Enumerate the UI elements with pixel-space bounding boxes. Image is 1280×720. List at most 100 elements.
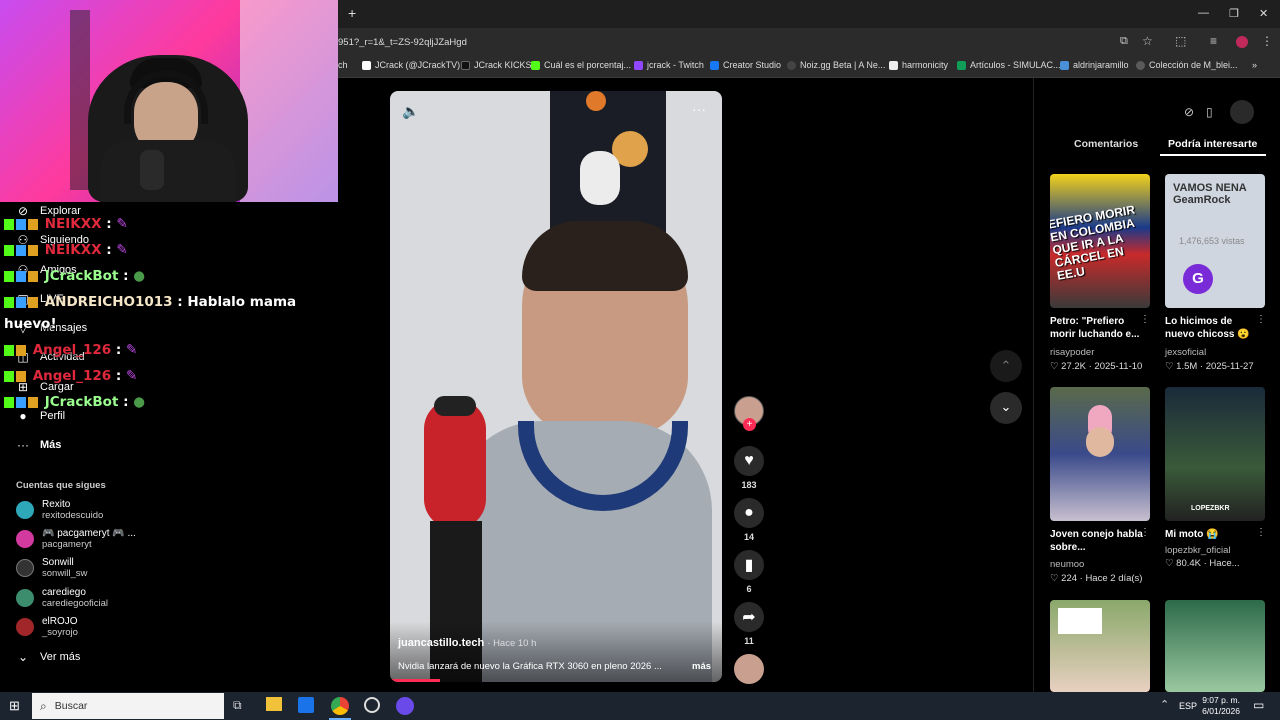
caption-more-link[interactable]: más bbox=[692, 661, 711, 672]
close-window-button[interactable]: ✕ bbox=[1259, 7, 1268, 20]
task-view-icon[interactable]: ⧉ bbox=[233, 698, 242, 713]
minimize-button[interactable]: — bbox=[1198, 7, 1209, 19]
more-icon: ··· bbox=[17, 438, 29, 452]
cast-icon[interactable]: ⧉ bbox=[1120, 35, 1128, 48]
chat-message: Angel_126 : ✎ bbox=[4, 342, 137, 358]
next-video-button[interactable]: ⌄ bbox=[990, 392, 1022, 424]
video-author[interactable]: risaypoder bbox=[1050, 347, 1094, 358]
notifications-icon[interactable]: ▭ bbox=[1253, 698, 1264, 712]
video-title[interactable]: Joven conejo habla sobre... bbox=[1050, 528, 1146, 554]
browser-menu-icon[interactable]: ⋮ bbox=[1261, 34, 1273, 48]
phone-icon[interactable]: ▯ bbox=[1206, 105, 1213, 119]
previous-video-button[interactable]: ⌃ bbox=[990, 350, 1022, 382]
following-account[interactable]: elROJO _soyrojo bbox=[16, 616, 78, 638]
sub-badge-icon bbox=[16, 218, 26, 230]
outlook-icon[interactable] bbox=[298, 697, 314, 713]
bookmark-star-icon[interactable]: ☆ bbox=[1142, 34, 1153, 48]
sound-avatar[interactable] bbox=[734, 654, 764, 684]
restore-button[interactable]: ❐ bbox=[1229, 7, 1239, 20]
follow-plus-icon[interactable]: + bbox=[743, 418, 756, 431]
tray-chevron-icon[interactable]: ⌃ bbox=[1160, 698, 1169, 711]
chat-message: ANDREICHO1013 : Hablalo mama bbox=[4, 294, 296, 310]
bookmarks-overflow-icon[interactable]: » bbox=[1252, 60, 1257, 70]
discord-icon[interactable] bbox=[396, 697, 414, 715]
video-author[interactable]: neumoo bbox=[1050, 559, 1084, 570]
bookmark-item[interactable]: Artículos - SIMULAC... bbox=[957, 60, 1061, 70]
bookmark-item[interactable]: JCrack KICKS bbox=[461, 60, 532, 70]
new-tab-button[interactable]: + bbox=[348, 5, 356, 21]
chat-message: JCrackBot : ● bbox=[4, 268, 145, 284]
more-options-icon[interactable]: ··· bbox=[692, 101, 706, 117]
more-options-icon[interactable]: ⋮ bbox=[1256, 527, 1266, 538]
video-title[interactable]: Mi moto 😭 bbox=[1165, 528, 1261, 541]
video-thumbnail[interactable]: VAMOS NENA GeamRock 1,476,653 vistas G bbox=[1165, 174, 1265, 308]
progress-fill[interactable] bbox=[390, 679, 440, 682]
video-thumbnail[interactable] bbox=[1050, 600, 1150, 692]
bookmark-favicon bbox=[1136, 60, 1145, 70]
bookmark-item[interactable]: Noiz.gg Beta | A Ne... bbox=[787, 60, 885, 70]
share-icon: ➦ bbox=[734, 602, 764, 632]
video-thumbnail[interactable]: EFIERO MORIR EN COLOMBIA QUE IR A LA CÁR… bbox=[1050, 174, 1150, 308]
chat-message-continued: huevo! bbox=[4, 316, 57, 332]
video-thumbnail[interactable] bbox=[1050, 387, 1150, 521]
see-more-link[interactable]: ⌄ Ver más bbox=[16, 650, 80, 664]
tab-podria-interesarte[interactable]: Podría interesarte bbox=[1168, 138, 1257, 150]
more-options-icon[interactable]: ⋮ bbox=[1256, 314, 1266, 325]
url-text[interactable]: 951?_r=1&_t=ZS-92qljJZaHgd bbox=[338, 37, 467, 48]
gift-badge-icon bbox=[28, 270, 38, 282]
tab-comentarios[interactable]: Comentarios bbox=[1074, 138, 1138, 150]
video-author[interactable]: juancastillo.tech · Hace 10 h bbox=[398, 637, 536, 649]
comment-button[interactable]: ● 14 bbox=[734, 498, 764, 542]
share-button[interactable]: ➦ 11 bbox=[734, 602, 764, 646]
media-icon[interactable]: ≡ bbox=[1210, 34, 1217, 48]
more-options-icon[interactable]: ⋮ bbox=[1140, 314, 1150, 325]
bookmark-favicon bbox=[362, 60, 371, 70]
video-player[interactable]: 🔈 ··· juancastillo.tech · Hace 10 h Nvid… bbox=[390, 91, 722, 682]
profile-icon: ● bbox=[19, 409, 27, 423]
clock[interactable]: 9:07 p. m. 6/01/2026 bbox=[1198, 695, 1240, 717]
video-title[interactable]: Lo hicimos de nuevo chicoss 😮 bbox=[1165, 315, 1261, 341]
microphone-shape bbox=[424, 399, 486, 529]
obs-icon[interactable] bbox=[364, 697, 380, 713]
extensions-icon[interactable]: ⬚ bbox=[1175, 34, 1186, 48]
streamer-shirt bbox=[100, 140, 236, 202]
mute-icon[interactable]: 🔈 bbox=[402, 103, 419, 120]
bookmark-item[interactable]: JCrack (@JCrackTV)... bbox=[362, 60, 468, 70]
like-button[interactable]: ♥ 183 bbox=[734, 446, 764, 490]
sidebar-item-mas[interactable]: ··· Más bbox=[16, 438, 61, 452]
chrome-icon[interactable] bbox=[331, 697, 349, 715]
windows-start-icon[interactable]: ⊞ bbox=[9, 698, 20, 714]
sidebar-item-perfil[interactable]: ● Perfil bbox=[16, 409, 65, 423]
bookmark-favicon bbox=[787, 60, 796, 70]
bookmark-item[interactable]: ch bbox=[338, 60, 348, 70]
bookmark-item[interactable]: aldrinjaramillo bbox=[1060, 60, 1129, 70]
windows-taskbar: ⊞ ⌕ Buscar ⧉ ⌃ ESP 9:07 p. m. 6/01/2026 … bbox=[0, 692, 1280, 720]
bookmark-item[interactable]: Colección de M_blei... bbox=[1136, 60, 1238, 70]
bookmark-item[interactable]: jcrack - Twitch bbox=[634, 60, 704, 70]
profile-avatar[interactable] bbox=[1236, 36, 1248, 48]
following-account[interactable]: Rexito rexitodescuido bbox=[16, 499, 103, 521]
video-thumbnail[interactable] bbox=[1165, 600, 1265, 692]
language-indicator[interactable]: ESP bbox=[1179, 701, 1197, 711]
video-thumbnail[interactable]: LOPEZBKR bbox=[1165, 387, 1265, 521]
profile-avatar[interactable] bbox=[1230, 100, 1254, 124]
shelf-background bbox=[240, 0, 338, 202]
compass-icon[interactable]: ⊘ bbox=[1184, 105, 1194, 119]
author-avatar[interactable]: + bbox=[734, 396, 764, 431]
search-input[interactable]: ⌕ Buscar bbox=[32, 693, 224, 719]
bookmark-item[interactable]: Creator Studio bbox=[710, 60, 781, 70]
emote-icon: ● bbox=[133, 394, 145, 410]
following-account[interactable]: 🎮 pacgameryt 🎮 ... pacgameryt bbox=[16, 528, 136, 550]
bookmark-item[interactable]: harmonicity bbox=[889, 60, 948, 70]
video-title[interactable]: Petro: "Prefiero morir luchando e... bbox=[1050, 315, 1146, 341]
following-account[interactable]: Sonwill sonwill_sw bbox=[16, 557, 87, 579]
more-options-icon[interactable]: ⋮ bbox=[1140, 527, 1150, 538]
video-author[interactable]: jexsoficial bbox=[1165, 347, 1206, 358]
save-button[interactable]: ▮ 6 bbox=[734, 550, 764, 594]
file-explorer-icon[interactable] bbox=[266, 697, 282, 711]
video-stats: ♡ 224 · Hace 2 día(s) bbox=[1050, 573, 1143, 584]
video-author[interactable]: lopezbkr_oficial bbox=[1165, 545, 1230, 556]
bookmark-item[interactable]: Cuál es el porcentaj... bbox=[531, 60, 631, 70]
following-account[interactable]: carediego carediegooficial bbox=[16, 587, 108, 609]
avatar bbox=[16, 559, 34, 577]
